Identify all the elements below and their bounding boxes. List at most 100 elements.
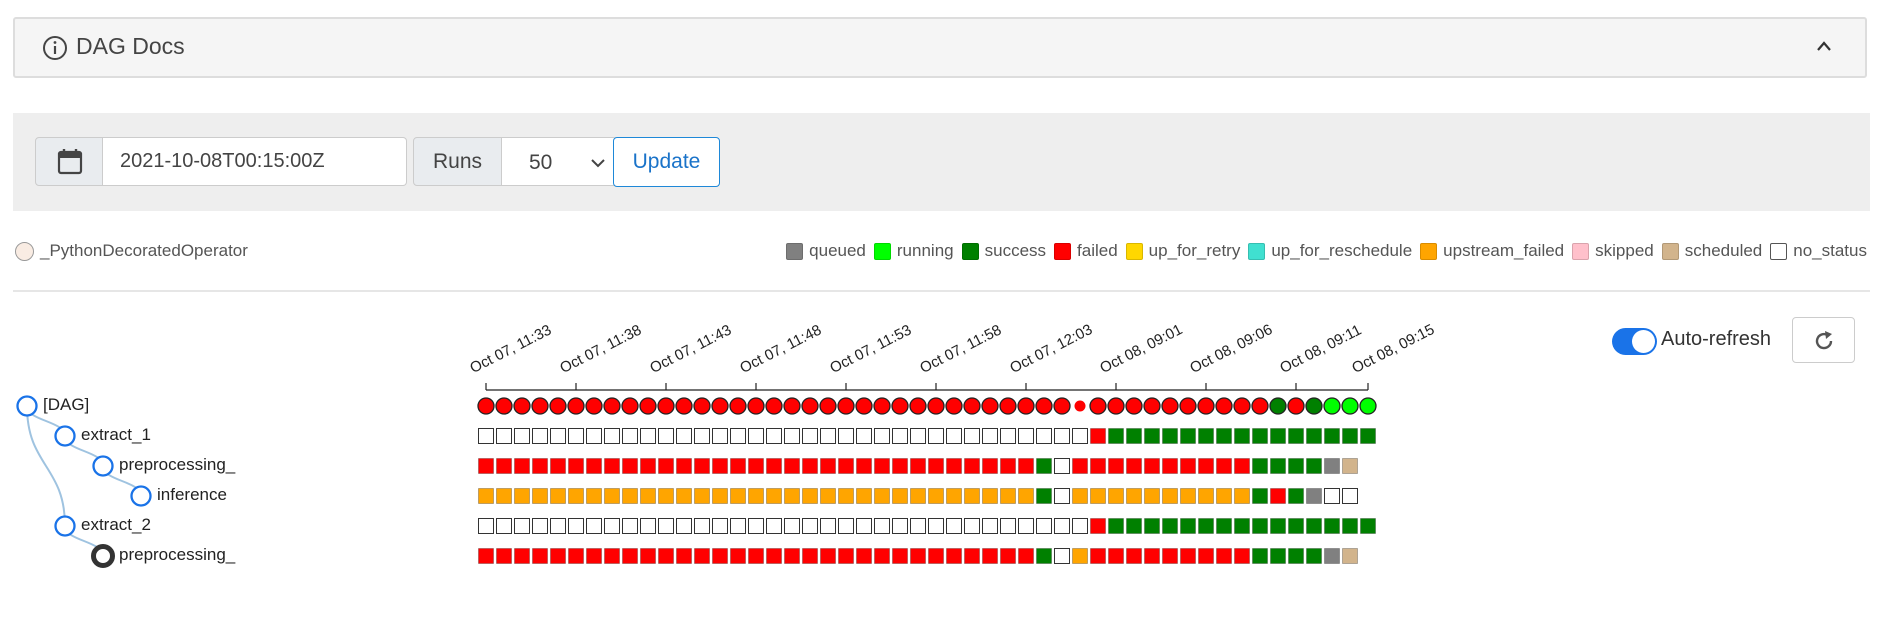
task-instance-square[interactable]	[694, 488, 710, 504]
task-instance-square[interactable]	[1288, 518, 1304, 534]
task-instance-square[interactable]	[1324, 458, 1340, 474]
dag-run-circle[interactable]	[765, 397, 783, 415]
task-instance-square[interactable]	[550, 488, 566, 504]
task-instance-square[interactable]	[856, 428, 872, 444]
task-instance-square[interactable]	[586, 428, 602, 444]
dag-run-circle[interactable]	[909, 397, 927, 415]
task-instance-square[interactable]	[1000, 518, 1016, 534]
task-instance-square[interactable]	[982, 548, 998, 564]
task-instance-square[interactable]	[784, 458, 800, 474]
task-instance-square[interactable]	[1018, 488, 1034, 504]
task-instance-square[interactable]	[586, 518, 602, 534]
task-instance-square[interactable]	[946, 458, 962, 474]
task-instance-square[interactable]	[820, 488, 836, 504]
task-instance-square[interactable]	[694, 458, 710, 474]
task-instance-square[interactable]	[658, 458, 674, 474]
task-instance-square[interactable]	[514, 458, 530, 474]
task-instance-square[interactable]	[1180, 488, 1196, 504]
task-instance-square[interactable]	[532, 548, 548, 564]
dag-run-circle[interactable]	[1269, 397, 1287, 415]
task-instance-square[interactable]	[1054, 488, 1070, 504]
task-instance-square[interactable]	[946, 548, 962, 564]
dag-run-circle[interactable]	[1287, 397, 1305, 415]
task-instance-square[interactable]	[514, 488, 530, 504]
dag-run-circle[interactable]	[1107, 397, 1125, 415]
task-instance-square[interactable]	[1018, 458, 1034, 474]
task-instance-square[interactable]	[964, 458, 980, 474]
dag-run-circle[interactable]	[639, 397, 657, 415]
task-instance-square[interactable]	[1072, 548, 1088, 564]
task-instance-square[interactable]	[1216, 428, 1232, 444]
task-instance-square[interactable]	[1198, 488, 1214, 504]
task-instance-square[interactable]	[496, 458, 512, 474]
dag-run-circle[interactable]	[963, 397, 981, 415]
dag-run-circle[interactable]	[801, 397, 819, 415]
task-instance-square[interactable]	[802, 518, 818, 534]
task-instance-square[interactable]	[1234, 518, 1250, 534]
task-instance-square[interactable]	[784, 548, 800, 564]
dag-run-circle[interactable]	[729, 397, 747, 415]
task-instance-square[interactable]	[1360, 518, 1376, 534]
task-instance-square[interactable]	[820, 548, 836, 564]
dag-run-circle[interactable]	[1017, 397, 1035, 415]
task-instance-square[interactable]	[1324, 488, 1340, 504]
task-instance-square[interactable]	[910, 548, 926, 564]
task-instance-square[interactable]	[514, 518, 530, 534]
task-instance-square[interactable]	[640, 488, 656, 504]
task-instance-square[interactable]	[964, 548, 980, 564]
dag-run-circle[interactable]	[477, 397, 495, 415]
task-instance-square[interactable]	[1270, 518, 1286, 534]
task-instance-square[interactable]	[1018, 428, 1034, 444]
task-instance-square[interactable]	[1342, 548, 1358, 564]
task-instance-square[interactable]	[1342, 488, 1358, 504]
task-instance-square[interactable]	[910, 458, 926, 474]
task-instance-square[interactable]	[928, 548, 944, 564]
dag-run-circle[interactable]	[873, 397, 891, 415]
task-instance-square[interactable]	[964, 428, 980, 444]
task-instance-square[interactable]	[568, 458, 584, 474]
dag-run-circle[interactable]	[1359, 397, 1377, 415]
task-instance-square[interactable]	[712, 458, 728, 474]
task-instance-square[interactable]	[892, 458, 908, 474]
dag-run-circle[interactable]	[1125, 397, 1143, 415]
task-instance-square[interactable]	[820, 458, 836, 474]
task-instance-square[interactable]	[892, 488, 908, 504]
task-instance-square[interactable]	[604, 518, 620, 534]
tree-label[interactable]: extract_1	[81, 425, 151, 445]
task-instance-square[interactable]	[496, 548, 512, 564]
task-instance-square[interactable]	[1252, 428, 1268, 444]
task-instance-square[interactable]	[550, 518, 566, 534]
task-instance-square[interactable]	[478, 428, 494, 444]
task-instance-square[interactable]	[1036, 458, 1052, 474]
task-instance-square[interactable]	[586, 548, 602, 564]
task-instance-square[interactable]	[1270, 488, 1286, 504]
task-instance-square[interactable]	[694, 518, 710, 534]
task-instance-square[interactable]	[874, 458, 890, 474]
task-instance-square[interactable]	[748, 458, 764, 474]
dag-run-circle[interactable]	[855, 397, 873, 415]
dag-run-circle[interactable]	[1143, 397, 1161, 415]
task-instance-square[interactable]	[964, 488, 980, 504]
dag-run-circle[interactable]	[693, 397, 711, 415]
tree-label[interactable]: preprocessing_	[119, 545, 235, 565]
task-instance-square[interactable]	[784, 428, 800, 444]
task-instance-square[interactable]	[1108, 458, 1124, 474]
task-instance-square[interactable]	[1216, 488, 1232, 504]
task-instance-square[interactable]	[532, 458, 548, 474]
task-instance-square[interactable]	[622, 548, 638, 564]
task-instance-square[interactable]	[946, 488, 962, 504]
dag-run-circle[interactable]	[531, 397, 549, 415]
dag-run-circle[interactable]	[621, 397, 639, 415]
task-instance-square[interactable]	[496, 518, 512, 534]
task-instance-square[interactable]	[1288, 428, 1304, 444]
task-instance-square[interactable]	[1000, 548, 1016, 564]
task-instance-square[interactable]	[1072, 488, 1088, 504]
task-instance-square[interactable]	[712, 548, 728, 564]
task-instance-square[interactable]	[1198, 458, 1214, 474]
dag-run-circle[interactable]	[837, 397, 855, 415]
tree-label[interactable]: inference	[157, 485, 227, 505]
task-instance-square[interactable]	[676, 488, 692, 504]
task-instance-square[interactable]	[1000, 428, 1016, 444]
task-instance-square[interactable]	[1324, 428, 1340, 444]
dag-run-circle[interactable]	[981, 397, 999, 415]
